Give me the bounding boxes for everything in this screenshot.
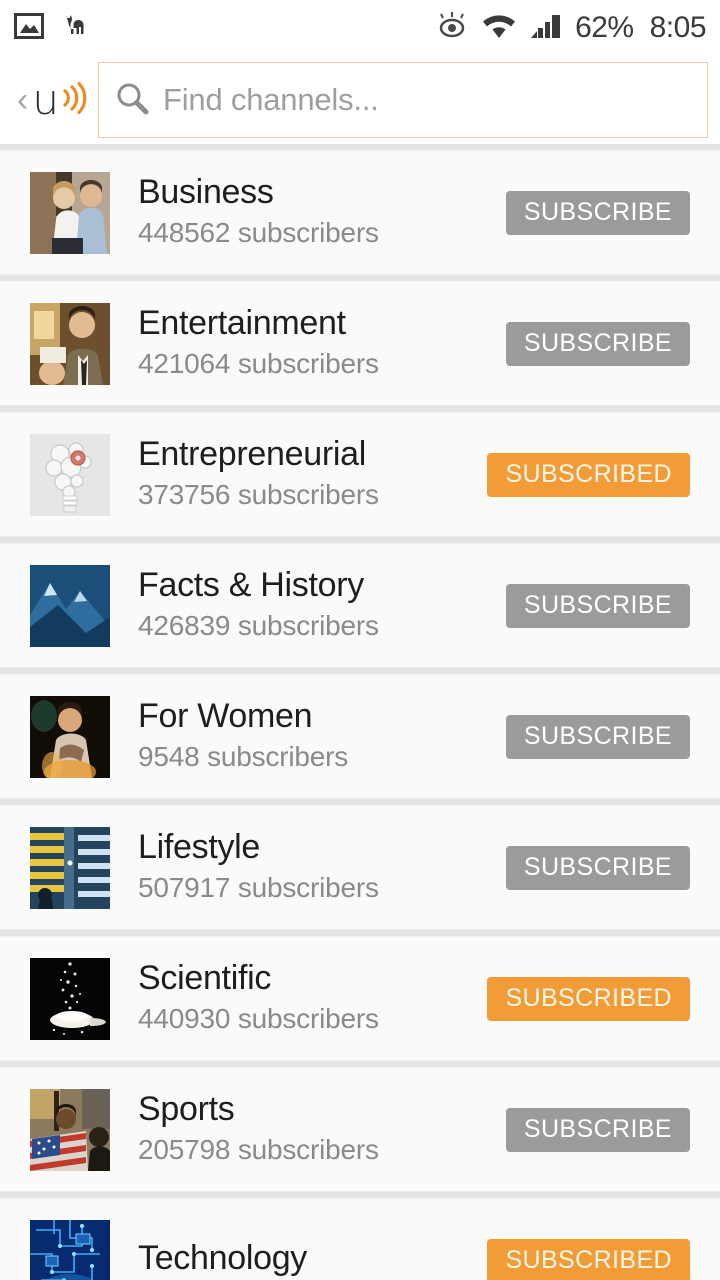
channel-subscriber-count: 421064 subscribers — [138, 348, 379, 380]
channel-subscriber-count: 205798 subscribers — [138, 1134, 379, 1166]
channel-thumbnail — [30, 564, 110, 647]
image-icon — [14, 12, 44, 44]
channel-meta: Facts & History 426839 subscribers — [138, 566, 506, 644]
llama-icon — [58, 11, 88, 46]
channel-meta: Lifestyle 507917 subscribers — [138, 828, 506, 906]
clock: 8:05 — [649, 11, 707, 44]
channel-name: Facts & History — [138, 566, 364, 605]
subscribed-button[interactable]: SUBSCRIBED — [487, 1238, 690, 1280]
subscribe-button[interactable]: SUBSCRIBE — [505, 1107, 690, 1152]
status-bar-right-icons: 62% 8:05 — [435, 11, 707, 45]
back-and-logo[interactable]: ‹ u — [6, 79, 98, 121]
channel-name: Entertainment — [138, 304, 346, 343]
channel-subscriber-count: 426839 subscribers — [138, 610, 379, 642]
wifi-icon — [481, 12, 517, 45]
channel-meta: Business 448562 subscribers — [138, 173, 506, 251]
channel-row[interactable]: Entrepreneurial 373756 subscribers SUBSCRI… — [0, 412, 720, 537]
channel-meta: Sports 205798 subscribers — [138, 1090, 506, 1168]
channel-row[interactable]: Lifestyle 507917 subscribers SUBSCRIBE — [0, 805, 720, 930]
channel-meta: For Women 9548 subscribers — [138, 697, 506, 775]
channel-meta: Scientific 440930 subscribers — [138, 959, 487, 1037]
channel-thumbnail — [30, 171, 110, 254]
channel-name: Entrepreneurial — [138, 435, 366, 474]
status-bar-left-icons — [14, 11, 88, 46]
subscribe-button[interactable]: SUBSCRIBE — [505, 583, 690, 628]
channel-row[interactable]: Sports 205798 subscribers SUBSCRIBE — [0, 1067, 720, 1192]
channel-name: Lifestyle — [138, 828, 261, 867]
channel-meta: Entrepreneurial 373756 subscribers — [138, 435, 487, 513]
subscribe-button[interactable]: SUBSCRIBE — [505, 190, 690, 235]
channel-meta: Technology — [138, 1239, 487, 1280]
channel-subscriber-count: 448562 subscribers — [138, 217, 379, 249]
channel-subscriber-count: 507917 subscribers — [138, 872, 379, 904]
search-field[interactable]: Find channels... — [98, 62, 708, 138]
channel-list[interactable]: Business 448562 subscribers SUBSCRIBE Enter… — [0, 144, 720, 1280]
channel-name: For Women — [138, 697, 313, 736]
subscribe-button[interactable]: SUBSCRIBE — [505, 714, 690, 759]
channel-thumbnail — [30, 826, 110, 909]
channel-thumbnail — [30, 302, 110, 385]
channel-name: Technology — [138, 1239, 308, 1278]
channel-row[interactable]: Entertainment 421064 subscribers SUBSCRIBE — [0, 281, 720, 406]
cellular-signal-icon — [529, 12, 563, 45]
subscribe-button[interactable]: SUBSCRIBE — [505, 845, 690, 890]
subscribed-button[interactable]: SUBSCRIBED — [487, 452, 690, 497]
subscribed-button[interactable]: SUBSCRIBED — [487, 976, 690, 1021]
channel-row[interactable]: For Women 9548 subscribers SUBSCRIBE — [0, 674, 720, 799]
broadcast-waves-icon — [61, 81, 87, 120]
channel-thumbnail — [30, 1088, 110, 1171]
app-logo-letter: u — [32, 75, 59, 124]
channel-row[interactable]: Technology SUBSCRIBED — [0, 1198, 720, 1280]
channel-subscriber-count: 373756 subscribers — [138, 479, 379, 511]
back-chevron-icon[interactable]: ‹ — [17, 83, 28, 117]
subscribe-button[interactable]: SUBSCRIBE — [505, 321, 690, 366]
smart-stay-eye-icon — [435, 11, 469, 45]
channel-row[interactable]: Scientific 440930 subscribers SUBSCRIBED — [0, 936, 720, 1061]
channel-thumbnail — [30, 433, 110, 516]
channel-name: Scientific — [138, 959, 272, 998]
battery-percent: 62% — [575, 11, 634, 44]
channel-thumbnail — [30, 957, 110, 1040]
app-header: ‹ u Find channels... — [0, 56, 720, 144]
channel-row[interactable]: Facts & History 426839 subscribers SUBSCRI… — [0, 543, 720, 668]
search-icon — [115, 81, 149, 120]
status-bar: 62% 8:05 — [0, 0, 720, 56]
channel-name: Business — [138, 173, 274, 212]
channel-subscriber-count: 440930 subscribers — [138, 1003, 379, 1035]
search-input-placeholder[interactable]: Find channels... — [163, 82, 379, 118]
channel-thumbnail — [30, 1219, 110, 1280]
channel-subscriber-count: 9548 subscribers — [138, 741, 349, 773]
channel-name: Sports — [138, 1090, 235, 1129]
channel-thumbnail — [30, 695, 110, 778]
channel-row[interactable]: Business 448562 subscribers SUBSCRIBE — [0, 150, 720, 275]
channel-meta: Entertainment 421064 subscribers — [138, 304, 506, 382]
